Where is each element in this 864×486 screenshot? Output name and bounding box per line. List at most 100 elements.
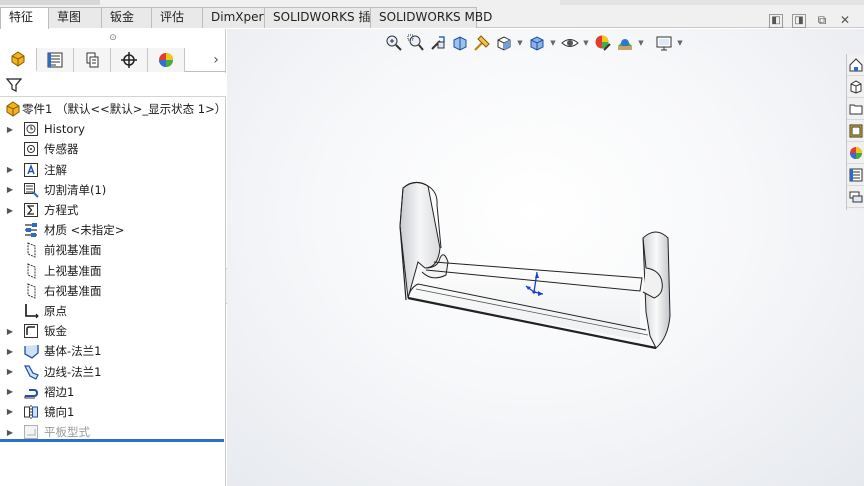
tree-item-label: 右视基准面 bbox=[44, 283, 102, 298]
tab-features[interactable]: 特征 bbox=[0, 7, 49, 29]
expand-arrow-icon[interactable]: ▶ bbox=[5, 347, 15, 356]
custom-properties-icon[interactable] bbox=[847, 164, 864, 186]
previous-view-icon[interactable] bbox=[428, 34, 447, 53]
tree-item-hem[interactable]: ▶ 褶边1 bbox=[0, 382, 226, 402]
appearances-icon[interactable] bbox=[847, 142, 864, 164]
tree-item-mirror[interactable]: ▶ 镜向1 bbox=[0, 402, 226, 422]
toolbar-edge bbox=[0, 0, 100, 5]
chevron-right-icon[interactable]: › bbox=[206, 48, 226, 71]
tree-item-history[interactable]: ▶ History bbox=[0, 119, 226, 139]
tab-solidworks-addins[interactable]: SOLIDWORKS 插件 bbox=[264, 7, 382, 28]
feature-tree: 零件1 （默认<<默认>_显示状态 1>） ▶ History 传感器 ▶ 注解… bbox=[0, 99, 226, 442]
tree-item-label: 钣金 bbox=[44, 324, 67, 339]
home-icon[interactable] bbox=[847, 54, 864, 76]
tree-item-top-plane[interactable]: 上视基准面 bbox=[0, 261, 226, 281]
chevron-down-icon[interactable]: ▼ bbox=[549, 39, 557, 47]
tab-evaluate[interactable]: 评估 bbox=[151, 7, 203, 28]
view-settings-icon[interactable] bbox=[654, 34, 673, 53]
restore-icon[interactable]: ⧉ bbox=[815, 14, 829, 28]
forum-icon[interactable] bbox=[847, 186, 864, 208]
tab-solidworks-mbd[interactable]: SOLIDWORKS MBD bbox=[370, 7, 492, 28]
tree-item-label: 前视基准面 bbox=[44, 243, 102, 258]
tree-item-label: 褶边1 bbox=[44, 384, 75, 399]
tree-root-label: 零件1 （默认<<默认>_显示状态 1>） bbox=[22, 102, 227, 117]
section-view-icon[interactable] bbox=[450, 34, 469, 53]
view-palette-icon[interactable] bbox=[847, 120, 864, 142]
expand-arrow-icon[interactable]: ▶ bbox=[5, 367, 15, 376]
tree-root-part[interactable]: 零件1 （默认<<默认>_显示状态 1>） bbox=[0, 99, 226, 119]
tree-filter[interactable] bbox=[0, 73, 226, 97]
tree-item-origin[interactable]: 原点 bbox=[0, 301, 226, 321]
tree-item-cut-list[interactable]: ▶ 切割清单(1) bbox=[0, 180, 226, 200]
hem-icon bbox=[22, 383, 39, 400]
expand-arrow-icon[interactable]: ▶ bbox=[5, 327, 15, 336]
file-explorer-icon[interactable] bbox=[847, 98, 864, 120]
tree-item-equations[interactable]: ▶ 方程式 bbox=[0, 200, 226, 220]
tree-item-label: 原点 bbox=[44, 303, 67, 318]
display-style-icon[interactable] bbox=[527, 34, 546, 53]
hide-show-icon[interactable] bbox=[560, 34, 579, 53]
chevron-down-icon[interactable]: ▼ bbox=[676, 39, 684, 47]
tree-item-right-plane[interactable]: 右视基准面 bbox=[0, 281, 226, 301]
tree-item-label: 边线-法兰1 bbox=[44, 364, 102, 379]
tree-item-label: 平板型式 bbox=[44, 425, 90, 440]
origin-icon bbox=[22, 302, 39, 319]
heads-up-view-toolbar: ▼ ▼ ▼ ▼ ▼ bbox=[384, 32, 684, 54]
design-library-icon[interactable] bbox=[847, 76, 864, 98]
feature-manager-icon[interactable] bbox=[0, 48, 37, 72]
tree-item-sheet-metal[interactable]: ▶ 钣金 bbox=[0, 321, 226, 341]
property-manager-icon[interactable] bbox=[37, 48, 74, 72]
tile-left-icon[interactable]: ◧ bbox=[769, 14, 783, 28]
display-manager-icon[interactable] bbox=[148, 48, 185, 72]
tree-item-edge-flange[interactable]: ▶ 边线-法兰1 bbox=[0, 361, 226, 381]
part-icon bbox=[4, 101, 21, 118]
tree-item-label: 材质 <未指定> bbox=[44, 223, 125, 238]
cut-list-icon bbox=[22, 181, 39, 198]
expand-arrow-icon[interactable]: ▶ bbox=[5, 206, 15, 215]
expand-arrow-icon[interactable]: ▶ bbox=[5, 387, 15, 396]
view-orientation-icon[interactable] bbox=[494, 34, 513, 53]
apply-scene-icon[interactable] bbox=[615, 34, 634, 53]
expand-arrow-icon[interactable]: ▶ bbox=[5, 428, 15, 437]
tree-item-sensors[interactable]: 传感器 bbox=[0, 139, 226, 159]
sheet-metal-icon bbox=[22, 323, 39, 340]
tile-right-icon[interactable]: ◨ bbox=[792, 14, 806, 28]
configuration-manager-icon[interactable] bbox=[74, 48, 111, 72]
tree-item-annotations[interactable]: ▶ 注解 bbox=[0, 160, 226, 180]
annotation-icon bbox=[22, 161, 39, 178]
chevron-down-icon[interactable]: ▼ bbox=[582, 39, 590, 47]
edit-appearance-icon[interactable] bbox=[593, 34, 612, 53]
dynamic-annotation-icon[interactable] bbox=[472, 34, 491, 53]
tree-item-material[interactable]: 材质 <未指定> bbox=[0, 220, 226, 240]
tree-item-base-flange[interactable]: ▶ 基体-法兰1 bbox=[0, 341, 226, 361]
zoom-to-fit-icon[interactable] bbox=[384, 34, 403, 53]
history-icon bbox=[22, 121, 39, 138]
tab-sketch[interactable]: 草图 bbox=[48, 7, 102, 28]
material-icon bbox=[22, 222, 39, 239]
close-icon[interactable]: ✕ bbox=[838, 14, 852, 28]
sensor-icon bbox=[22, 141, 39, 158]
rollback-bar[interactable] bbox=[0, 439, 224, 442]
filter-icon[interactable] bbox=[6, 77, 22, 93]
panel-grip[interactable]: ⊙ bbox=[0, 29, 226, 48]
panel-tabs: › bbox=[0, 48, 226, 72]
tree-item-front-plane[interactable]: 前视基准面 bbox=[0, 240, 226, 260]
tab-sheet-metal[interactable]: 钣金 bbox=[101, 7, 152, 28]
zoom-to-area-icon[interactable] bbox=[406, 34, 425, 53]
expand-arrow-icon[interactable]: ▶ bbox=[5, 165, 15, 174]
graphics-area[interactable] bbox=[227, 29, 864, 486]
chevron-down-icon[interactable]: ▼ bbox=[516, 39, 524, 47]
plane-icon bbox=[22, 282, 39, 299]
expand-arrow-icon[interactable]: ▶ bbox=[5, 185, 15, 194]
tab-dimxpert[interactable]: DimXpert bbox=[202, 7, 268, 28]
expand-arrow-icon[interactable]: ▶ bbox=[5, 407, 15, 416]
edge-flange-icon bbox=[22, 363, 39, 380]
tree-item-label: 方程式 bbox=[44, 203, 79, 218]
expand-arrow-icon[interactable]: ▶ bbox=[5, 125, 15, 134]
dimxpert-manager-icon[interactable] bbox=[111, 48, 148, 72]
tree-item-label: 传感器 bbox=[44, 142, 79, 157]
window-controls: ◧ ◨ ⧉ ✕ bbox=[769, 14, 852, 28]
base-flange-icon bbox=[22, 343, 39, 360]
chevron-down-icon[interactable]: ▼ bbox=[637, 39, 645, 47]
tree-item-label: 注解 bbox=[44, 162, 67, 177]
